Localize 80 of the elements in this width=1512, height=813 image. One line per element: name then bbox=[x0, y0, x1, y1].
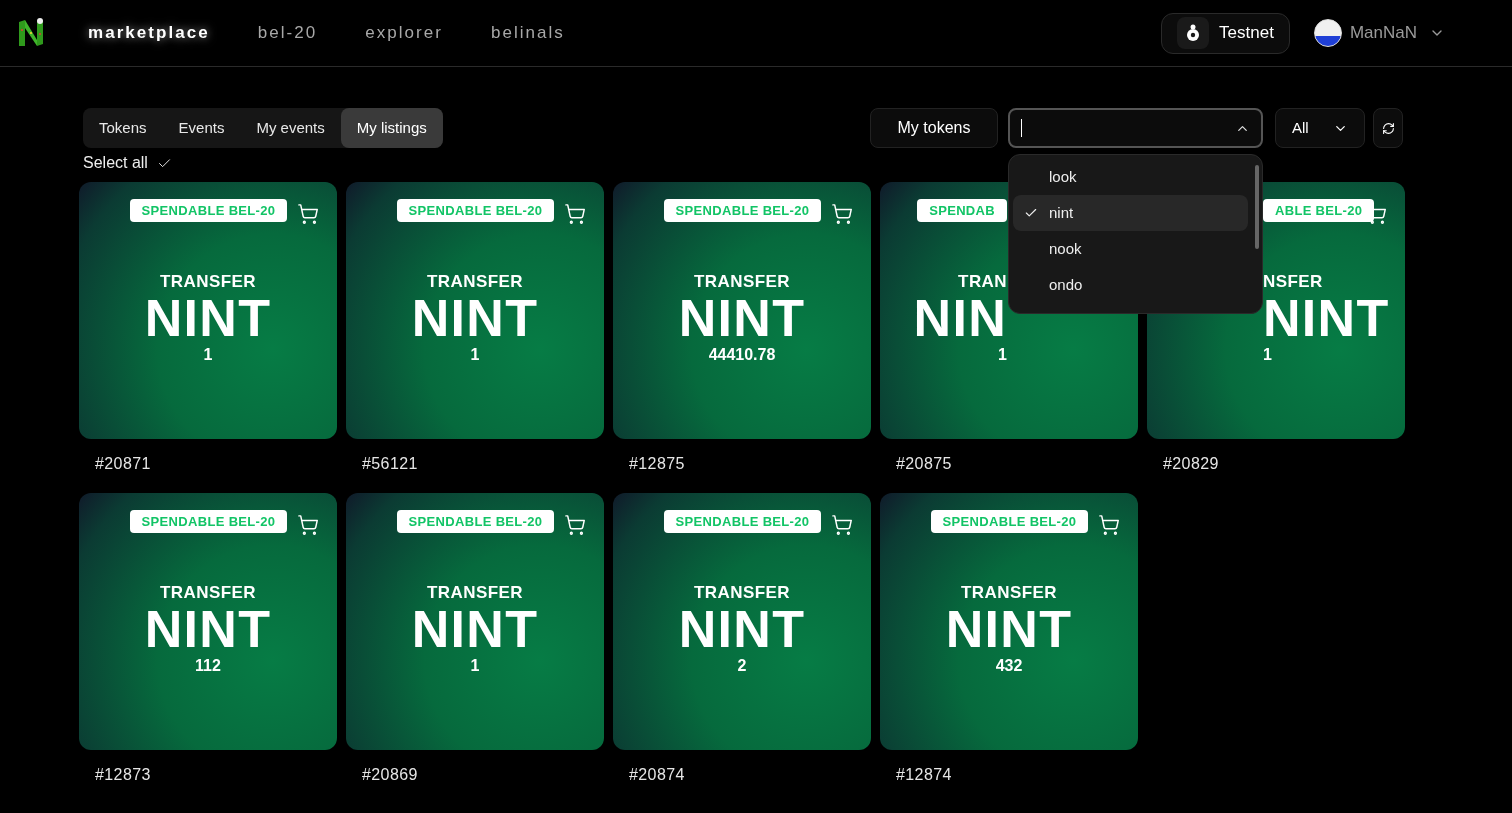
network-icon bbox=[1177, 17, 1210, 49]
token-ticker: NINT bbox=[678, 292, 806, 344]
token-amount: 112 bbox=[195, 656, 221, 676]
tab[interactable]: Events bbox=[162, 108, 241, 148]
inscription-number: #20871 bbox=[95, 454, 152, 474]
nav-link[interactable]: belinals bbox=[490, 20, 565, 46]
token-card[interactable]: SPENDABLE BEL-20 TRANSFER NINT 112 bbox=[79, 493, 337, 750]
cart-icon[interactable] bbox=[564, 203, 586, 225]
inscription-number: #20874 bbox=[629, 765, 686, 785]
my-tokens-button[interactable]: My tokens bbox=[870, 108, 998, 148]
token-badge: SPENDABLE BEL-20 bbox=[663, 199, 822, 222]
token-amount: 1 bbox=[203, 345, 213, 365]
cart-icon[interactable] bbox=[564, 514, 586, 536]
token-badge: SPENDABLE BEL-20 bbox=[129, 510, 288, 533]
select-all-button[interactable]: Select all bbox=[83, 151, 443, 175]
inscription-number: #20875 bbox=[896, 454, 953, 474]
cart-icon[interactable] bbox=[831, 203, 853, 225]
token-action: TRAN bbox=[958, 272, 1007, 292]
nav-link[interactable]: bel-20 bbox=[257, 20, 318, 46]
token-badge: SPENDABLE BEL-20 bbox=[930, 510, 1089, 533]
token-card[interactable]: SPENDABLE BEL-20 TRANSFER NINT 432 bbox=[880, 493, 1138, 750]
token-amount: 1 bbox=[998, 345, 1007, 365]
token-ticker: NINT bbox=[144, 292, 272, 344]
token-action: TRANSFER bbox=[694, 583, 790, 603]
ticker-select-field[interactable] bbox=[1008, 108, 1263, 148]
inscription-number: #56121 bbox=[362, 454, 419, 474]
inscription-number: #12875 bbox=[629, 454, 686, 474]
token-action: TRANSFER bbox=[160, 583, 256, 603]
token-card[interactable]: SPENDABLE BEL-20 TRANSFER NINT 1 bbox=[346, 493, 604, 750]
token-action: TRANSFER bbox=[694, 272, 790, 292]
token-ticker: NINT bbox=[678, 603, 806, 655]
inscription-number: #20869 bbox=[362, 765, 419, 785]
dropdown-option[interactable]: nint bbox=[1013, 195, 1248, 231]
cart-icon[interactable] bbox=[297, 203, 319, 225]
token-action: TRANSFER bbox=[961, 583, 1057, 603]
token-amount: 1 bbox=[470, 345, 480, 365]
token-amount: 44410.78 bbox=[708, 345, 776, 365]
cart-icon[interactable] bbox=[297, 514, 319, 536]
text-cursor bbox=[1021, 119, 1022, 137]
filter-select[interactable]: All bbox=[1275, 108, 1365, 148]
token-ticker: NINT bbox=[411, 603, 539, 655]
token-ticker: NIN bbox=[913, 292, 1007, 344]
network-button[interactable]: Testnet bbox=[1161, 12, 1290, 54]
token-amount: 1 bbox=[470, 656, 480, 676]
tab[interactable]: Tokens bbox=[83, 108, 163, 148]
token-ticker: NINT bbox=[411, 292, 539, 344]
token-action: TRANSFER bbox=[427, 272, 523, 292]
token-badge: SPENDABLE BEL-20 bbox=[129, 199, 288, 222]
token-action: TRANSFER bbox=[427, 583, 523, 603]
user-avatar[interactable] bbox=[1313, 19, 1342, 47]
token-amount: 1 bbox=[1263, 345, 1272, 365]
token-amount: 432 bbox=[995, 656, 1023, 676]
token-card[interactable]: SPENDABLE BEL-20 TRANSFER NINT 2 bbox=[613, 493, 871, 750]
token-action: NSFER bbox=[1263, 272, 1323, 292]
token-badge: SPENDABLE BEL-20 bbox=[396, 510, 555, 533]
token-badge: SPENDABLE BEL-20 bbox=[663, 510, 822, 533]
nav-link[interactable]: explorer bbox=[365, 20, 443, 46]
refresh-button[interactable] bbox=[1373, 108, 1403, 148]
token-badge: SPENDAB bbox=[917, 199, 1007, 222]
cart-icon[interactable] bbox=[1098, 514, 1120, 536]
inscription-number: #12874 bbox=[896, 765, 953, 785]
token-amount: 2 bbox=[737, 656, 747, 676]
token-card[interactable]: SPENDABLE BEL-20 TRANSFER NINT 44410.78 bbox=[613, 182, 871, 439]
token-card[interactable]: SPENDABLE BEL-20 TRANSFER NINT 1 bbox=[79, 182, 337, 439]
inscription-number: #12873 bbox=[95, 765, 152, 785]
token-badge: ABLE BEL-20 bbox=[1263, 199, 1375, 222]
token-card[interactable]: SPENDABLE BEL-20 TRANSFER NINT 1 bbox=[346, 182, 604, 439]
nav-link[interactable]: marketplace bbox=[88, 20, 210, 46]
check-icon bbox=[1024, 206, 1038, 220]
tab[interactable]: My listings bbox=[340, 108, 443, 148]
token-badge: SPENDABLE BEL-20 bbox=[396, 199, 555, 222]
token-ticker: NINT bbox=[144, 603, 272, 655]
token-action: TRANSFER bbox=[160, 272, 256, 292]
token-ticker: NINT bbox=[1263, 292, 1390, 344]
user-menu-button[interactable]: ManNaN bbox=[1349, 20, 1445, 46]
refresh-icon bbox=[1381, 121, 1395, 135]
tab[interactable]: My events bbox=[240, 108, 341, 148]
token-ticker: NINT bbox=[945, 603, 1073, 655]
inscription-number: #20829 bbox=[1163, 454, 1220, 474]
cart-icon[interactable] bbox=[831, 514, 853, 536]
